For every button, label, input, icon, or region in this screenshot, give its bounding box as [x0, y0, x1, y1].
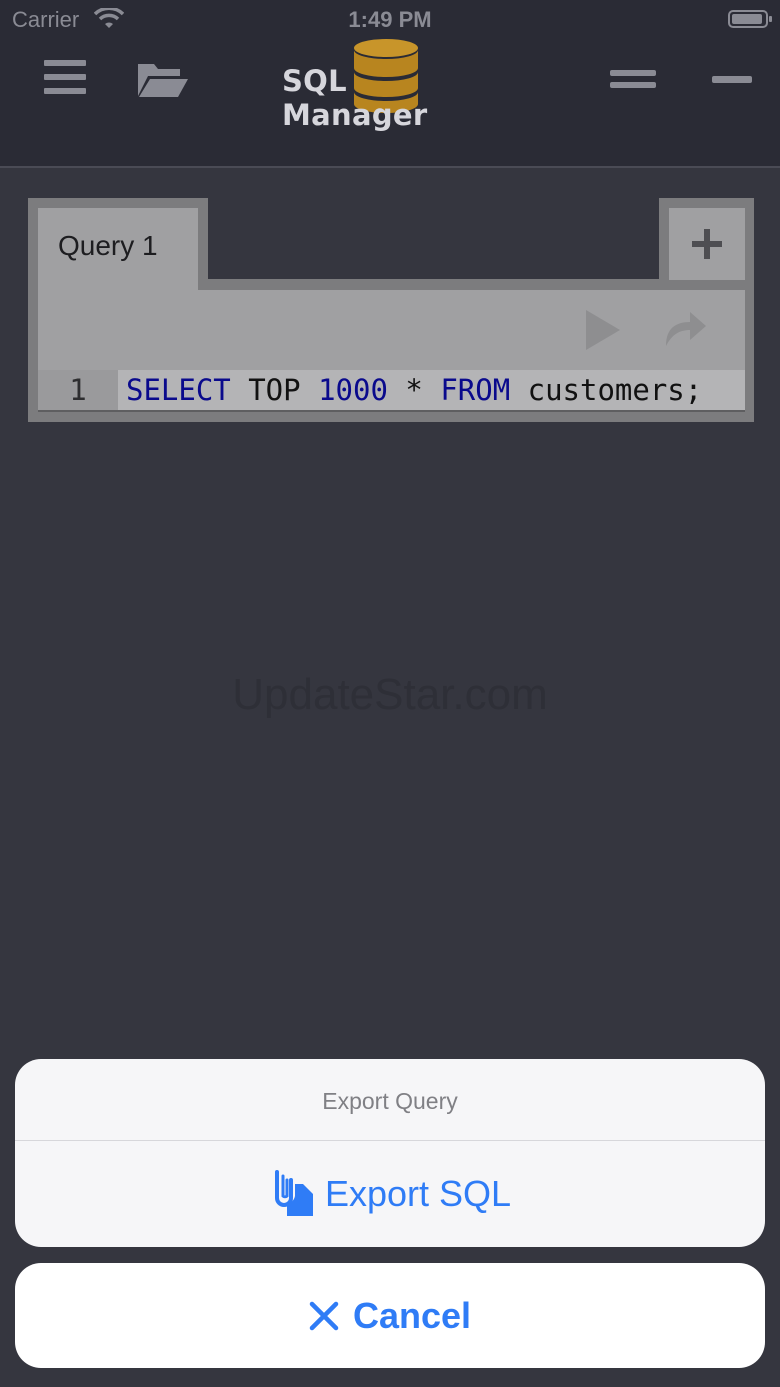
- add-tab-button[interactable]: [669, 208, 745, 280]
- equal-icon[interactable]: [610, 70, 656, 94]
- code-token: TOP: [230, 373, 319, 407]
- watermark: UpdateStar.com: [232, 670, 548, 719]
- tab-query-1[interactable]: Query 1: [38, 208, 198, 290]
- minus-icon[interactable]: [712, 76, 752, 83]
- sql-code-line[interactable]: SELECT TOP 1000 * FROM customers;: [118, 370, 745, 410]
- action-sheet-title: Export Query: [15, 1059, 765, 1141]
- app-title-area: SQL Manager: [282, 36, 482, 132]
- app-title: SQL Manager: [282, 64, 428, 132]
- status-time: 1:49 PM: [348, 7, 432, 32]
- menu-icon[interactable]: [44, 60, 86, 98]
- tab-label: Query 1: [58, 230, 158, 261]
- battery-icon: [728, 10, 772, 28]
- query-toolbar: [38, 290, 745, 370]
- export-file-icon: [274, 1170, 313, 1216]
- close-icon: [309, 1301, 339, 1330]
- query-panel: Query 1 1 SELECT TOP 1000 * FROM custome…: [28, 198, 754, 422]
- code-token: customers;: [510, 373, 703, 407]
- export-sql-label: Export SQL: [324, 1173, 512, 1214]
- status-bar: Carrier 1:49 PM: [0, 0, 780, 40]
- code-token: *: [387, 373, 441, 407]
- code-token: FROM: [440, 373, 511, 407]
- code-token: 1000: [318, 373, 388, 407]
- export-sql-button[interactable]: Export SQL: [15, 1141, 765, 1247]
- folder-open-icon[interactable]: [136, 60, 190, 105]
- plus-icon: [692, 229, 722, 259]
- line-number: 1: [38, 370, 118, 410]
- cancel-label: Cancel: [352, 1294, 472, 1336]
- sql-editor[interactable]: 1 SELECT TOP 1000 * FROM customers;: [38, 370, 745, 412]
- top-bar: Carrier 1:49 PM SQL Manager: [0, 0, 780, 168]
- cancel-button[interactable]: Cancel: [15, 1263, 765, 1368]
- redo-icon[interactable]: [662, 308, 708, 348]
- action-sheet: Export Query Export SQL: [15, 1059, 765, 1247]
- play-icon[interactable]: [584, 308, 622, 352]
- tab-strip: [208, 198, 659, 279]
- code-token: SELECT: [126, 373, 231, 407]
